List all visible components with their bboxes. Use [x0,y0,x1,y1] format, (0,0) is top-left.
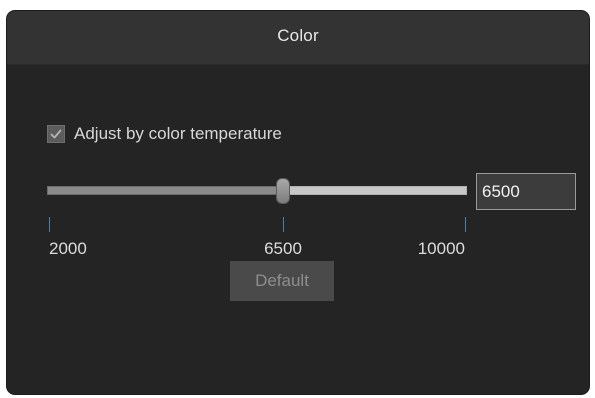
slider-tick-label-10000: 10000 [417,239,465,258]
color-dialog: Color Adjust by color temperature 2000 65… [7,11,589,394]
slider-tick-label-2000: 2000 [49,239,87,258]
dialog-title: Color [277,26,319,45]
adjust-by-temperature-checkbox[interactable] [47,125,65,143]
slider-tick-label-6500: 6500 [264,239,302,258]
slider-tick-6500 [283,217,284,232]
adjust-by-temperature-option[interactable]: Adjust by color temperature [47,123,282,145]
checkmark-icon [50,129,62,139]
adjust-by-temperature-label: Adjust by color temperature [74,124,282,143]
default-button[interactable]: Default [230,261,334,301]
color-temperature-slider[interactable] [47,178,467,204]
color-temperature-input[interactable] [476,173,576,210]
slider-tick-2000 [49,217,50,232]
slider-thumb[interactable] [276,178,291,204]
slider-filled-track [47,186,284,195]
slider-tick-10000 [465,217,466,232]
dialog-titlebar: Color [7,11,589,65]
